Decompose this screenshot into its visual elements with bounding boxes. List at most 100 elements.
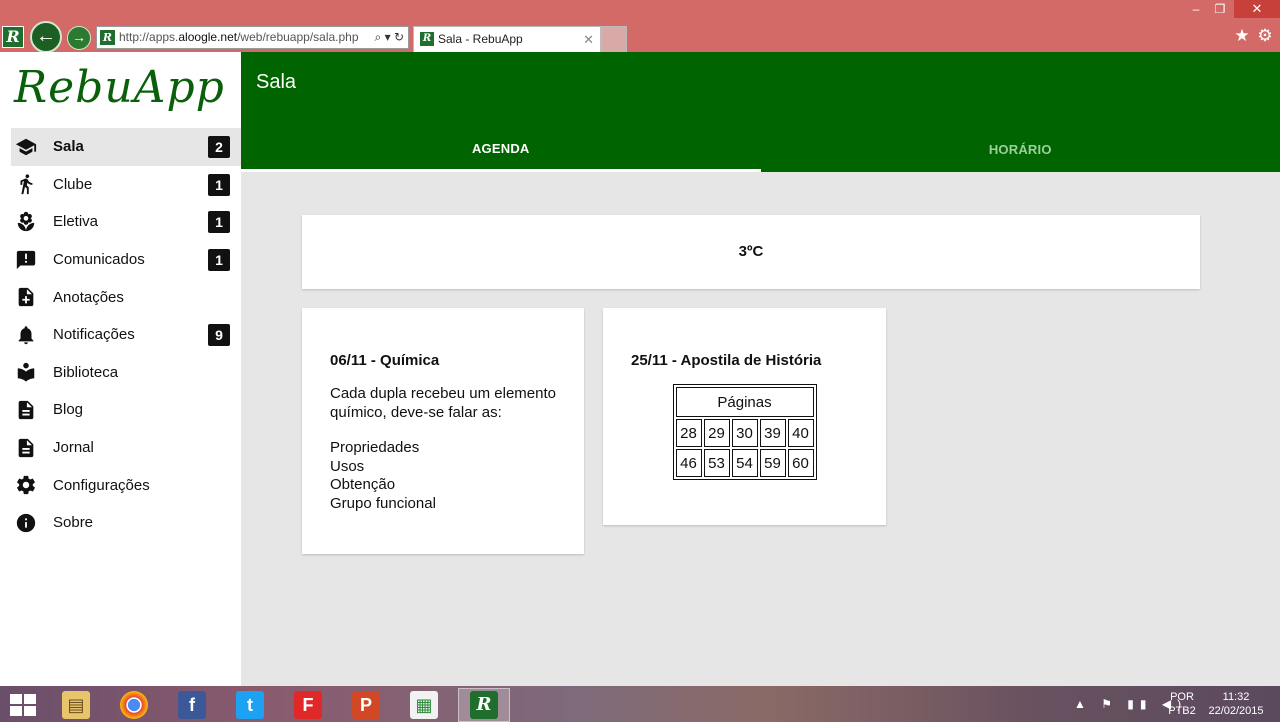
- forward-button[interactable]: →: [67, 26, 91, 50]
- search-refresh-icons[interactable]: ⌕ ▾ ↻: [375, 27, 404, 48]
- site-favicon-icon: R: [100, 30, 115, 45]
- card-title: 25/11 - Apostila de História: [631, 352, 822, 369]
- list-item: Grupo funcional: [330, 494, 436, 512]
- table-header: Páginas: [675, 387, 814, 417]
- url-host: aloogle.net: [178, 30, 238, 44]
- tab-bar: AGENDA HORÁRIO: [241, 128, 1280, 172]
- language-indicator[interactable]: POR PTB2: [1164, 690, 1200, 722]
- table-cell: 54: [731, 449, 758, 477]
- app-logo[interactable]: RebuApp: [14, 62, 225, 113]
- sidebar-item-label: Blog: [53, 401, 84, 419]
- file-explorer-icon[interactable]: ▤: [50, 688, 102, 722]
- language-code: POR: [1170, 691, 1194, 703]
- tab-favicon-icon: R: [420, 32, 434, 46]
- sidebar-item-blog[interactable]: Blog: [11, 391, 241, 429]
- table-row: 28 29 30 39 40: [675, 419, 814, 447]
- rebuapp-icon[interactable]: R: [458, 688, 510, 722]
- temperature-text: 3ºC: [738, 243, 764, 260]
- sidebar-item-label: Comunicados: [53, 251, 145, 269]
- sidebar-item-clube[interactable]: Clube 1: [11, 166, 241, 204]
- sidebar-item-eletiva[interactable]: Eletiva 1: [11, 203, 241, 241]
- table-cell: 39: [759, 419, 786, 447]
- count-badge: 1: [208, 211, 230, 234]
- back-button[interactable]: ←: [30, 21, 62, 53]
- table-row: 46 53 54 59 60: [675, 449, 814, 477]
- clock-date: 22/02/2015: [1208, 705, 1264, 717]
- sidebar-item-jornal[interactable]: Jornal: [11, 429, 241, 467]
- sidebar-menu: Sala 2 Clube 1 Eletiva 1 Comunicados 1 A…: [11, 128, 241, 542]
- sidebar-item-label: Biblioteca: [53, 363, 119, 381]
- flower-icon: [11, 211, 53, 233]
- document-icon: [11, 399, 53, 421]
- sheets-icon[interactable]: ▦: [398, 688, 450, 722]
- minimize-icon[interactable]: –: [1184, 0, 1208, 18]
- app-header: Sala AGENDA HORÁRIO: [241, 52, 1280, 172]
- facebook-icon[interactable]: f: [166, 688, 218, 722]
- bell-icon: [11, 324, 53, 346]
- tab-close-icon[interactable]: ✕: [583, 27, 594, 52]
- walk-icon: [11, 173, 53, 195]
- url-path: /web/rebuapp/sala.php: [237, 30, 359, 44]
- sidebar-item-notificacoes[interactable]: Notificações 9: [11, 316, 241, 354]
- restore-icon[interactable]: ❐: [1208, 0, 1232, 18]
- weather-card: 3ºC: [302, 215, 1200, 289]
- keyboard-layout: PTB2: [1168, 705, 1196, 717]
- gear-icon: [11, 474, 53, 496]
- book-reader-icon: [11, 361, 53, 383]
- table-cell: 59: [759, 449, 786, 477]
- newspaper-icon: [11, 437, 53, 459]
- school-icon: [11, 136, 53, 158]
- card-description: Cada dupla recebeu um elemento químico, …: [330, 385, 556, 421]
- list-item: Obtenção: [330, 476, 396, 493]
- address-bar[interactable]: R http://apps.aloogle.net/web/rebuapp/sa…: [96, 26, 409, 49]
- tab-agenda[interactable]: AGENDA: [241, 128, 761, 172]
- new-tab-button[interactable]: [601, 26, 627, 52]
- flipboard-icon[interactable]: F: [282, 688, 334, 722]
- url-prefix: http://apps.: [119, 30, 179, 44]
- chrome-icon[interactable]: [108, 688, 160, 722]
- count-badge: 9: [208, 323, 230, 346]
- favorites-star-icon[interactable]: ★: [1232, 26, 1252, 46]
- sidebar-item-sala[interactable]: Sala 2: [11, 128, 241, 166]
- sidebar-item-comunicados[interactable]: Comunicados 1: [11, 241, 241, 279]
- sidebar-item-label: Jornal: [53, 439, 94, 457]
- sidebar-item-configuracoes[interactable]: Configurações: [11, 466, 241, 504]
- sidebar-item-biblioteca[interactable]: Biblioteca: [11, 354, 241, 392]
- twitter-icon[interactable]: t: [224, 688, 276, 722]
- list-item: Usos: [330, 457, 365, 475]
- note-add-icon: [11, 286, 53, 308]
- topic-list: Propriedades Usos Obtenção Grupo funcion…: [330, 439, 556, 513]
- list-item: Propriedades: [330, 439, 420, 456]
- windows-start-icon[interactable]: [10, 694, 36, 716]
- windows-taskbar: ▤ f t F P ▦ R ▲ ⚑ ▮▮ ◀) POR PTB2 11:32 2…: [0, 686, 1280, 722]
- tab-horario[interactable]: HORÁRIO: [761, 128, 1280, 172]
- sidebar: RebuApp Sala 2 Clube 1 Eletiva 1 Comunic…: [0, 52, 241, 686]
- page-title: Sala: [256, 71, 297, 93]
- count-badge: 1: [208, 248, 230, 271]
- browser-logo-icon: R: [2, 26, 24, 48]
- tab-title: Sala - RebuApp: [438, 32, 523, 46]
- pages-table: Páginas 28 29 30 39 40 46 53 54 59 60: [672, 384, 817, 480]
- info-icon: [11, 512, 53, 534]
- sidebar-item-label: Configurações: [53, 476, 150, 494]
- sidebar-item-label: Sobre: [53, 514, 94, 532]
- table-cell: 40: [787, 419, 814, 447]
- sidebar-item-anotacoes[interactable]: Anotações: [11, 278, 241, 316]
- sidebar-item-label: Eletiva: [53, 213, 99, 231]
- announcement-icon: [11, 249, 53, 271]
- agenda-card: 06/11 - Química Cada dupla recebeu um el…: [302, 308, 584, 554]
- table-cell: 53: [703, 449, 730, 477]
- sidebar-item-label: Anotações: [53, 288, 124, 306]
- browser-tab[interactable]: R Sala - RebuApp ✕: [413, 26, 601, 52]
- window-close-icon[interactable]: ✕: [1234, 0, 1280, 18]
- powerpoint-icon[interactable]: P: [340, 688, 392, 722]
- table-header-row: Páginas: [675, 387, 814, 417]
- sidebar-item-sobre[interactable]: Sobre: [11, 504, 241, 542]
- table-cell: 60: [787, 449, 814, 477]
- system-clock[interactable]: 11:32 22/02/2015: [1200, 690, 1272, 722]
- count-badge: 1: [208, 173, 230, 196]
- table-cell: 30: [731, 419, 758, 447]
- browser-settings-icon[interactable]: ⚙: [1255, 26, 1275, 46]
- sidebar-item-label: Clube: [53, 175, 93, 193]
- count-badge: 2: [208, 136, 230, 158]
